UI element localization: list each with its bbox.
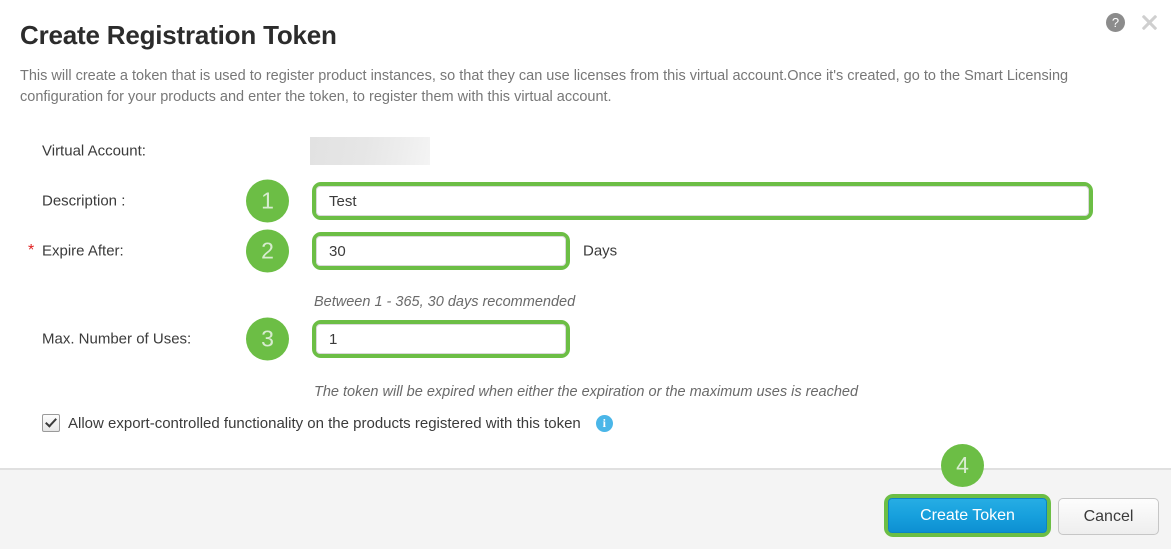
description-label: Description : — [42, 192, 126, 210]
virtual-account-value-redacted — [310, 137, 430, 165]
create-registration-token-dialog: ? Create Registration Token This will cr… — [0, 0, 1171, 549]
description-field-highlight — [312, 182, 1093, 220]
form-row-max-uses: Max. Number of Uses: 3 — [0, 314, 1171, 364]
export-controlled-checkbox[interactable] — [42, 414, 60, 432]
token-form: Virtual Account: Description : 1 * Expir… — [0, 126, 1171, 400]
step-badge-4: 4 — [941, 444, 984, 487]
expire-after-field-highlight — [312, 232, 570, 270]
form-row-virtual-account: Virtual Account: — [0, 126, 1171, 176]
description-input[interactable] — [316, 186, 1089, 216]
page-title: Create Registration Token — [20, 20, 337, 50]
form-row-description: Description : 1 — [0, 176, 1171, 226]
dialog-description: This will create a token that is used to… — [20, 68, 1069, 105]
export-controlled-row: Allow export-controlled functionality on… — [42, 414, 613, 432]
dialog-titlebar-icons: ? — [1106, 12, 1159, 32]
info-icon[interactable]: i — [595, 414, 613, 432]
required-asterisk: * — [28, 242, 35, 259]
max-uses-input[interactable] — [316, 324, 566, 354]
help-icon[interactable]: ? — [1106, 12, 1125, 32]
expire-after-label: Expire After: — [42, 242, 124, 260]
form-row-expire-after: * Expire After: 2 Days — [0, 226, 1171, 276]
close-icon[interactable] — [1139, 12, 1159, 32]
cancel-button[interactable]: Cancel — [1058, 498, 1159, 535]
expire-after-unit-label: Days — [583, 242, 618, 260]
max-uses-field-highlight — [312, 320, 570, 358]
virtual-account-label: Virtual Account: — [42, 142, 146, 160]
expire-after-input[interactable] — [316, 236, 566, 266]
max-uses-label: Max. Number of Uses: — [42, 330, 192, 348]
step-badge-3: 3 — [246, 317, 289, 361]
create-token-button[interactable]: Create Token — [888, 498, 1047, 533]
export-controlled-label: Allow export-controlled functionality on… — [68, 414, 581, 432]
step-badge-1: 1 — [246, 179, 289, 223]
create-token-highlight: Create Token — [884, 494, 1051, 537]
expire-after-hint: Between 1 - 365, 30 days recommended — [314, 294, 576, 310]
step-badge-2: 2 — [246, 229, 289, 273]
max-uses-hint: The token will be expired when either th… — [314, 384, 859, 400]
